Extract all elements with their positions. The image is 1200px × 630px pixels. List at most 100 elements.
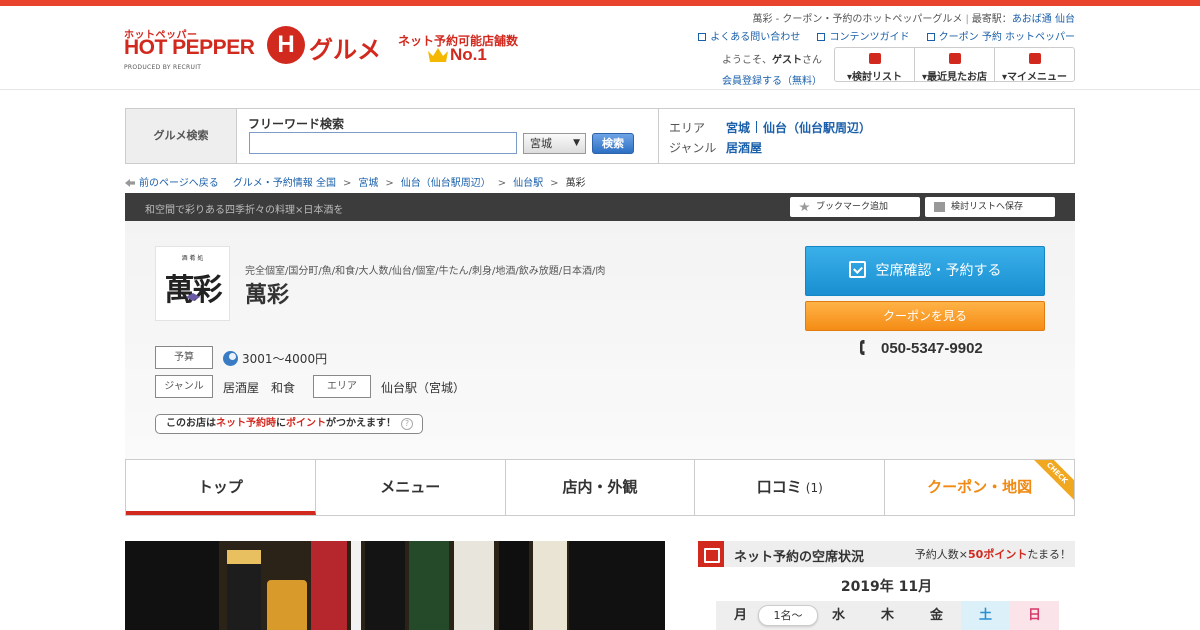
freeword-label: フリーワード検索: [248, 117, 345, 131]
user-icon: [1028, 53, 1041, 64]
no1-label: No.1: [450, 45, 487, 64]
photo-drinks-image: [219, 541, 569, 630]
logo-gourmet-text: グルメ: [309, 36, 381, 64]
breadcrumb-item[interactable]: グルメ・予約情報 全国: [233, 178, 336, 189]
tab-coupon-map[interactable]: クーポン・地図 CHECK: [885, 460, 1074, 515]
calendar-month: 2019年 11月: [840, 579, 933, 595]
calendar-icon: [698, 541, 724, 567]
recent-shops-button[interactable]: ▾最近見たお店: [915, 48, 995, 83]
calendar-check-icon: [848, 261, 866, 278]
logo-produced-text: PRODUCED BY RECRUIT: [124, 64, 202, 71]
breadcrumb: 前のページへ戻る グルメ・予約情報 全国 > 宮城 > 仙台（仙台駅周辺） > 仙台駅 > 萬彩: [125, 174, 586, 189]
photo-bottle: [227, 550, 261, 630]
shop-tabs: トップ メニュー 店内・外観 口コミ (1) クーポン・地図 CHECK: [125, 459, 1075, 516]
star-icon: [799, 202, 810, 212]
my-menu-button[interactable]: ▾マイメニュー: [995, 48, 1074, 83]
reservation-title: ネット予約の空席状況: [734, 550, 865, 565]
site-header: ホットペッパー HOT PEPPER PRODUCED BY RECRUIT H…: [0, 6, 1200, 90]
bookmark-button[interactable]: ブックマーク追加: [790, 197, 920, 217]
phone-number: 050-5347-9902: [860, 340, 983, 357]
dropdown-arrow-icon: ▼: [573, 138, 580, 148]
photo-bottle: [454, 541, 494, 630]
shop-photo[interactable]: [125, 541, 665, 630]
station-label: 最寄駅：: [971, 14, 1012, 25]
register-link[interactable]: 会員登録する（無料）: [722, 72, 822, 87]
consider-list-button[interactable]: ▾検討リスト: [835, 48, 915, 83]
weekday-fri: 金: [912, 601, 961, 630]
shop-tagline: 和空間で彩りある四季折々の料理×日本酒を: [145, 205, 344, 216]
photo-bottle: [365, 541, 405, 630]
reservation-header: ネット予約の空席状況 予約人数×50ポイントたまる！: [698, 541, 1075, 567]
site-desc-text: 萬彩 - クーポン・予約のホットペッパーグルメ: [752, 14, 963, 25]
photo-bottle: [499, 541, 529, 630]
reservation-point-note: 予約人数×50ポイントたまる！: [914, 548, 1071, 561]
coupon-hotpepper-link[interactable]: クーポン 予約 ホットペッパー: [926, 32, 1075, 43]
photo-bottle: [351, 541, 361, 630]
save-list-button[interactable]: 検討リストへ保存: [925, 197, 1055, 217]
area-condition: エリア 宮城 仙台（仙台駅周辺）: [669, 121, 872, 135]
header-links: よくある問い合わせ コンテンツガイド クーポン 予約 ホットペッパー: [684, 28, 1075, 43]
faq-link[interactable]: よくある問い合わせ: [698, 32, 800, 43]
area-tag: エリア: [313, 375, 371, 398]
tab-reviews[interactable]: 口コミ (1): [695, 460, 886, 515]
gourmet-search: グルメ検索 フリーワード検索 宮城 ▼ 検索 エリア 宮城 仙台（仙台駅周辺） ジャン…: [125, 108, 1075, 164]
weekday-thu: 木: [863, 601, 912, 630]
search-section-label: グルメ検索: [126, 109, 237, 163]
budget-value: 3001～4000円: [223, 350, 327, 367]
freeword-input[interactable]: [249, 132, 517, 154]
photo-bottle: [311, 541, 347, 630]
hotpepper-logo[interactable]: ホットペッパー HOT PEPPER PRODUCED BY RECRUIT H…: [124, 24, 394, 80]
coupon-button[interactable]: クーポンを見る: [805, 301, 1045, 331]
area-link-miyagi[interactable]: 宮城: [726, 121, 750, 135]
breadcrumb-item[interactable]: 宮城: [358, 178, 378, 189]
crown-icon: [428, 48, 448, 62]
search-conditions: エリア 宮城 仙台（仙台駅周辺） ジャンル 居酒屋: [658, 109, 1074, 163]
area-value: 仙台駅（宮城）: [381, 381, 466, 395]
tab-interior[interactable]: 店内・外観: [506, 460, 696, 515]
external-link-icon: [817, 33, 826, 41]
shop-name: 萬彩: [245, 283, 290, 308]
history-icon: [948, 53, 961, 64]
weekday-sun: 日: [1010, 601, 1059, 630]
shop-tagline-bar: 和空間で彩りある四季折々の料理×日本酒を ブックマーク追加 検討リストへ保存: [125, 193, 1075, 221]
list-icon: [868, 53, 881, 64]
genre-link[interactable]: 居酒屋: [726, 141, 762, 155]
back-arrow-icon: [125, 179, 135, 187]
help-icon: ?: [401, 418, 413, 430]
search-button[interactable]: 検索: [592, 133, 634, 154]
photo-bottle: [409, 541, 449, 630]
weekday-wed: 水: [814, 601, 863, 630]
tab-menu[interactable]: メニュー: [316, 460, 506, 515]
photo-glass: [267, 580, 307, 630]
welcome-text: ようこそ、ゲストさん: [722, 55, 822, 66]
photo-bottle: [533, 541, 567, 630]
breadcrumb-item[interactable]: 仙台駅: [513, 178, 543, 189]
shop-genre-tags: 完全個室/国分町/魚/和食/大人数/仙台/個室/牛たん/刺身/地酒/飲み放題/日…: [245, 266, 606, 277]
user-nav: ▾検討リスト ▾最近見たお店 ▾マイメニュー: [834, 47, 1075, 83]
external-link-icon: [698, 33, 707, 41]
external-link-icon: [926, 33, 935, 41]
logo-main-text: HOT PEPPER: [124, 36, 255, 59]
genre-value: 居酒屋 和食: [223, 381, 296, 395]
tab-top[interactable]: トップ: [126, 460, 316, 515]
phone-icon: [860, 340, 865, 355]
station-links[interactable]: あおば通 仙台: [1012, 14, 1075, 25]
site-description: 萬彩 - クーポン・予約のホットペッパーグルメ | 最寄駅：あおば通 仙台: [752, 14, 1075, 25]
area-select[interactable]: 宮城 ▼: [523, 133, 586, 154]
content-guide-link[interactable]: コンテンツガイド: [817, 32, 909, 43]
party-size-selector[interactable]: 1名〜: [758, 605, 818, 626]
no1-badge: ネット予約可能店舗数 No.1: [398, 30, 528, 74]
back-link[interactable]: 前のページへ戻る: [125, 178, 219, 189]
genre-condition: ジャンル 居酒屋: [669, 141, 763, 155]
reserve-button[interactable]: 空席確認・予約する: [805, 246, 1045, 296]
breadcrumb-item[interactable]: 仙台（仙台駅周辺）: [401, 178, 491, 189]
weekday-sat: 土: [961, 601, 1010, 630]
logo-h-icon: H: [267, 26, 305, 64]
genre-tag: ジャンル: [155, 375, 213, 398]
check-badge: CHECK: [1027, 460, 1074, 503]
budget-tag: 予算: [155, 346, 213, 369]
list-icon: [934, 202, 945, 212]
dinner-moon-icon: [223, 351, 238, 366]
point-notice[interactable]: このお店はネット予約時にポイントがつかえます！?: [155, 414, 423, 434]
area-link-sendai[interactable]: 仙台（仙台駅周辺）: [763, 121, 871, 135]
